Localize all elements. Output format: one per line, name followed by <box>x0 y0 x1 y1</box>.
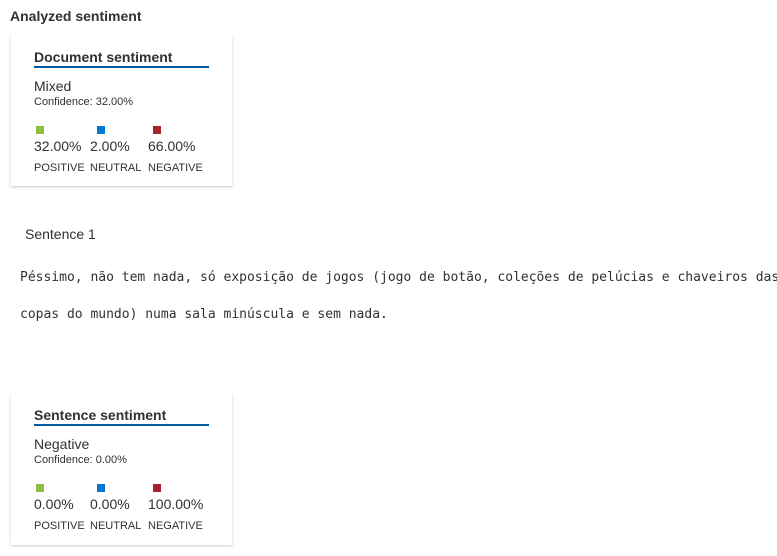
sentence-sentiment-card: Sentence sentiment Negative Confidence: … <box>11 393 232 545</box>
sentence-title: Sentence 1 <box>25 226 96 242</box>
positive-swatch <box>36 484 44 492</box>
card-title: Document sentiment <box>34 49 209 68</box>
negative-swatch <box>153 126 161 134</box>
negative-value: 66.00% <box>148 138 196 154</box>
sentence-text-line-2: copas do mundo) numa sala minúscula e se… <box>20 307 388 322</box>
positive-value: 32.00% <box>34 138 82 154</box>
positive-label: POSITIVE <box>34 520 85 532</box>
neutral-label: NEUTRAL <box>90 162 142 174</box>
confidence-text: Confidence: 32.00% <box>34 96 134 108</box>
sentence-text: Péssimo, não tem nada, só exposição de j… <box>20 270 777 322</box>
sentiment-label: Negative <box>34 436 90 452</box>
neutral-value: 2.00% <box>90 138 130 154</box>
positive-value: 0.00% <box>34 496 74 512</box>
document-sentiment-card: Document sentiment Mixed Confidence: 32.… <box>11 35 232 186</box>
negative-label: NEGATIVE <box>148 162 203 174</box>
positive-swatch <box>36 126 44 134</box>
negative-swatch <box>153 484 161 492</box>
negative-label: NEGATIVE <box>148 520 203 532</box>
card-title: Sentence sentiment <box>34 407 209 426</box>
positive-label: POSITIVE <box>34 162 85 174</box>
sentiment-label: Mixed <box>34 78 72 94</box>
negative-value: 100.00% <box>148 496 204 512</box>
neutral-label: NEUTRAL <box>90 520 142 532</box>
neutral-swatch <box>97 126 105 134</box>
section-title: Analyzed sentiment <box>10 8 142 24</box>
neutral-swatch <box>97 484 105 492</box>
confidence-text: Confidence: 0.00% <box>34 454 127 466</box>
sentence-text-line-1: Péssimo, não tem nada, só exposição de j… <box>20 270 777 285</box>
neutral-value: 0.00% <box>90 496 130 512</box>
